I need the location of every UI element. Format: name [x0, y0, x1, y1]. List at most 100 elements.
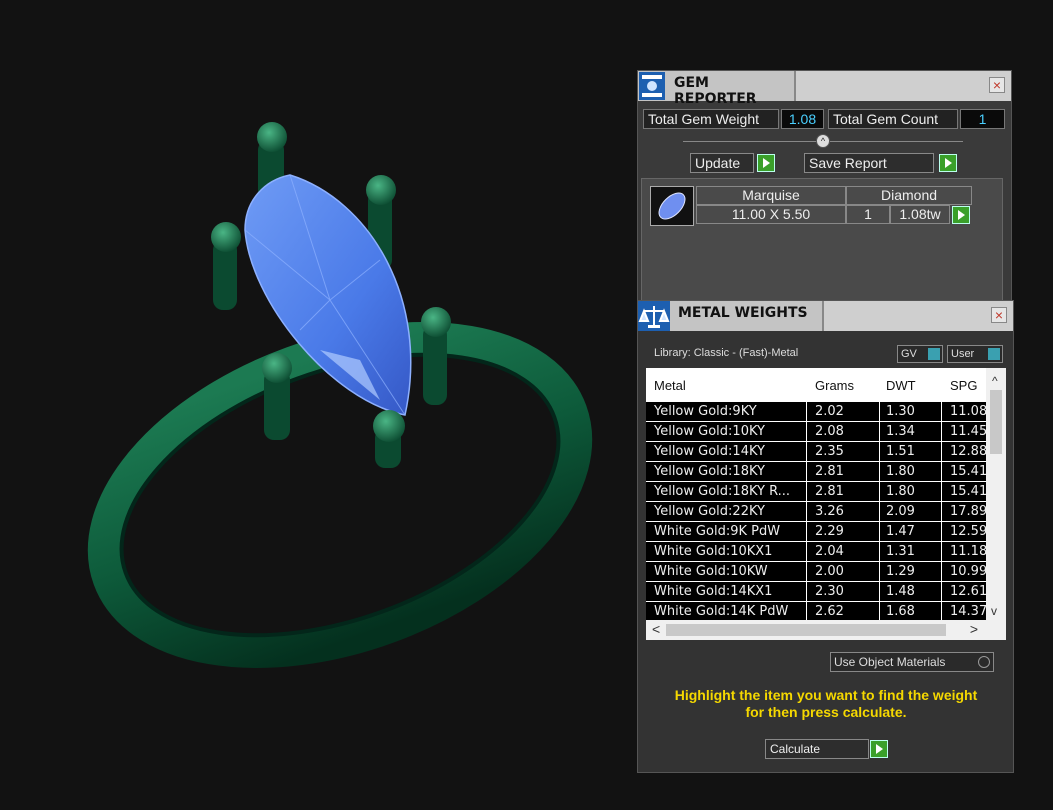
cell-grams: 3.26 — [815, 504, 844, 519]
cell-metal: Yellow Gold:9KY — [654, 404, 757, 419]
use-object-materials-toggle[interactable]: Use Object Materials — [830, 652, 994, 672]
cell-metal: Yellow Gold:14KY — [654, 444, 765, 459]
cell-grams: 2.29 — [815, 524, 844, 539]
cell-dwt: 2.09 — [886, 504, 915, 519]
table-row[interactable]: Yellow Gold:9KY 2.02 1.30 11.08 — [646, 402, 987, 422]
update-button[interactable]: Update — [690, 153, 754, 173]
cell-metal: White Gold:14K PdW — [654, 604, 789, 619]
col-divider — [806, 368, 807, 620]
cell-spg: 12.61 — [950, 584, 988, 599]
gem-thumbnail[interactable] — [650, 186, 694, 226]
save-report-go-icon[interactable] — [939, 154, 957, 172]
scroll-left-icon[interactable]: < — [652, 621, 660, 637]
cell-dwt: 1.68 — [886, 604, 915, 619]
table-row[interactable]: Yellow Gold:18KY R... 2.81 1.80 15.41 — [646, 482, 987, 502]
hint-line-2: for then press calculate. — [745, 704, 907, 720]
metal-weights-close-button[interactable]: × — [991, 307, 1007, 323]
marquise-gem-icon — [658, 192, 686, 220]
collapse-toggle-icon[interactable]: ^ — [816, 134, 830, 148]
cell-spg: 17.89 — [950, 504, 988, 519]
table-row[interactable]: Yellow Gold:10KY 2.08 1.34 11.45 — [646, 422, 987, 442]
table-row[interactable]: White Gold:10KX1 2.04 1.31 11.18 — [646, 542, 987, 562]
cell-metal: White Gold:10KW — [654, 564, 768, 579]
metal-table-header: Metal Grams DWT SPG — [646, 368, 986, 402]
scroll-right-icon[interactable]: > — [970, 621, 978, 637]
col-divider — [879, 368, 880, 620]
user-toggle[interactable]: User — [947, 345, 1003, 363]
gem-detail-go-icon[interactable] — [952, 206, 970, 224]
scale-icon — [638, 301, 670, 331]
scroll-down-icon[interactable]: v — [991, 604, 997, 618]
calculate-button[interactable]: Calculate — [765, 739, 869, 759]
scroll-up-icon[interactable]: ^ — [992, 374, 998, 388]
gem-reporter-tab: GEM REPORTER — [638, 71, 796, 107]
cell-dwt: 1.51 — [886, 444, 915, 459]
table-row[interactable]: White Gold:10KW 2.00 1.29 10.99 — [646, 562, 987, 582]
metal-table[interactable]: Metal Grams DWT SPG Yellow Gold:9KY 2.02 1… — [646, 368, 1006, 640]
cell-metal: Yellow Gold:18KY — [654, 464, 765, 479]
calculate-go-icon[interactable] — [870, 740, 888, 758]
cell-dwt: 1.80 — [886, 464, 915, 479]
cell-spg: 10.99 — [950, 564, 988, 579]
cell-grams: 2.35 — [815, 444, 844, 459]
col-metal[interactable]: Metal — [654, 378, 686, 393]
cell-grams: 2.00 — [815, 564, 844, 579]
gem-shape: Marquise — [696, 186, 846, 205]
table-row[interactable]: Yellow Gold:22KY 3.26 2.09 17.89 — [646, 502, 987, 522]
gv-indicator-icon — [928, 348, 940, 360]
cell-metal: White Gold:10KX1 — [654, 544, 773, 559]
cell-spg: 11.45 — [950, 424, 988, 439]
gem-reporter-titlebar[interactable]: GEM REPORTER × — [638, 71, 1011, 107]
cell-spg: 14.37 — [950, 604, 988, 619]
col-spg[interactable]: SPG — [950, 378, 977, 393]
3d-viewport[interactable] — [0, 0, 640, 805]
cell-dwt: 1.80 — [886, 484, 915, 499]
cell-spg: 15.41 — [950, 464, 988, 479]
hint-line-1: Highlight the item you want to find the … — [674, 687, 978, 703]
radio-icon — [978, 656, 990, 668]
table-row[interactable]: White Gold:14KX1 2.30 1.48 12.61 — [646, 582, 987, 602]
cell-grams: 2.30 — [815, 584, 844, 599]
table-row[interactable]: Yellow Gold:14KY 2.35 1.51 12.88 — [646, 442, 987, 462]
gem-reporter-icon — [639, 72, 665, 100]
gv-toggle[interactable]: GV — [897, 345, 943, 363]
horizontal-scrollbar[interactable]: < > — [646, 620, 1006, 640]
cell-grams: 2.04 — [815, 544, 844, 559]
user-label: User — [951, 348, 975, 360]
col-dwt[interactable]: DWT — [886, 378, 916, 393]
cell-metal: White Gold:14KX1 — [654, 584, 773, 599]
gem-reporter-title: GEM REPORTER — [674, 75, 757, 107]
cell-spg: 11.18 — [950, 544, 988, 559]
library-label: Library: Classic - (Fast)-Metal — [654, 347, 799, 359]
cell-dwt: 1.30 — [886, 404, 915, 419]
cell-grams: 2.81 — [815, 484, 844, 499]
cell-spg: 11.08 — [950, 404, 988, 419]
metal-weights-titlebar[interactable]: METAL WEIGHTS × — [638, 301, 1013, 331]
cell-dwt: 1.48 — [886, 584, 915, 599]
vertical-scroll-thumb[interactable] — [990, 390, 1002, 454]
cell-grams: 2.81 — [815, 464, 844, 479]
user-indicator-icon — [988, 348, 1000, 360]
save-report-button[interactable]: Save Report — [804, 153, 934, 173]
cell-spg: 15.41 — [950, 484, 988, 499]
table-row[interactable]: White Gold:9K PdW 2.29 1.47 12.59 — [646, 522, 987, 542]
gem-reporter-panel: GEM REPORTER × Total Gem Weight 1.08 Tot… — [637, 70, 1012, 310]
vertical-scrollbar[interactable]: ^ v — [986, 368, 1006, 620]
ring-render — [87, 122, 593, 668]
table-row[interactable]: Yellow Gold:18KY 2.81 1.80 15.41 — [646, 462, 987, 482]
table-row[interactable]: White Gold:14K PdW 2.62 1.68 14.37 — [646, 602, 987, 622]
gv-label: GV — [901, 348, 917, 360]
update-go-icon[interactable] — [757, 154, 775, 172]
horizontal-scroll-thumb[interactable] — [666, 624, 946, 636]
gem-reporter-close-button[interactable]: × — [989, 77, 1005, 93]
gem-qty: 1 — [846, 205, 890, 224]
gem-size: 11.00 X 5.50 — [696, 205, 846, 224]
col-divider — [941, 368, 942, 620]
cell-metal: Yellow Gold:10KY — [654, 424, 765, 439]
cell-dwt: 1.34 — [886, 424, 915, 439]
col-grams[interactable]: Grams — [815, 378, 854, 393]
cell-grams: 2.02 — [815, 404, 844, 419]
cell-dwt: 1.47 — [886, 524, 915, 539]
cell-metal: Yellow Gold:18KY R... — [654, 484, 791, 499]
cell-spg: 12.59 — [950, 524, 988, 539]
